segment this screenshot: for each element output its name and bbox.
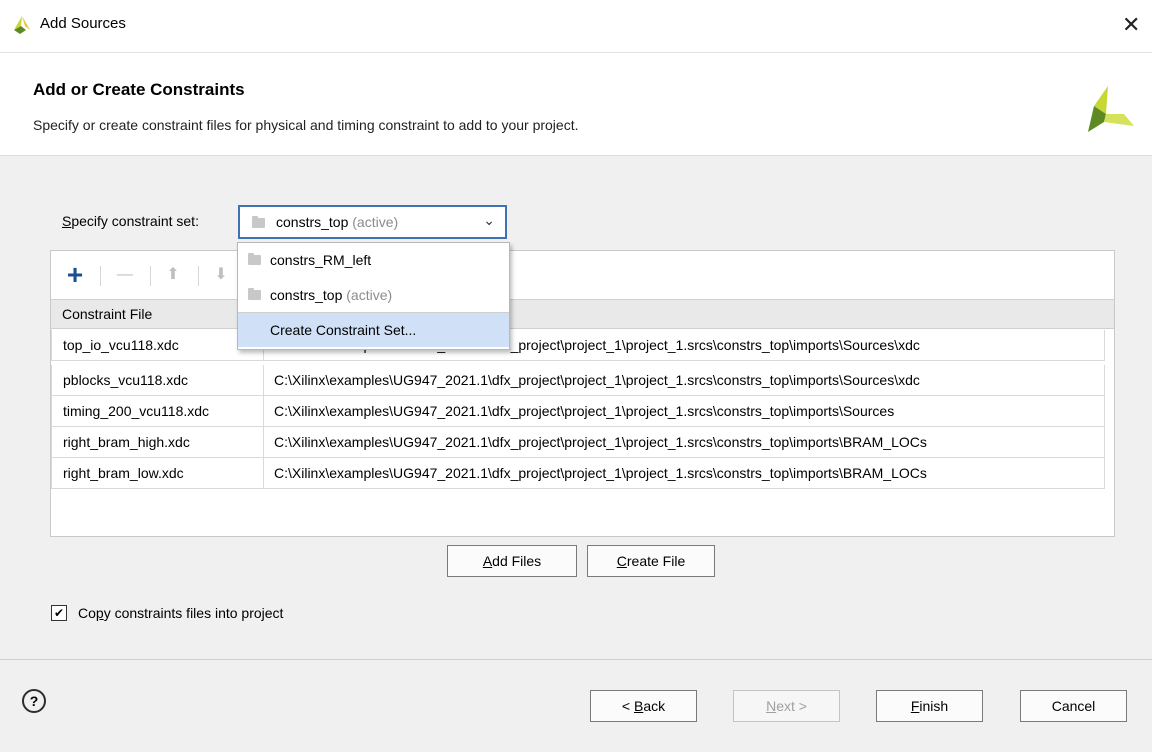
help-icon[interactable]: ? <box>22 689 46 713</box>
option-name: constrs_top <box>270 287 343 303</box>
files-toolbar: + — ⬆ ⬇ <box>52 252 1112 298</box>
constraint-set-selected: constrs_top (active) <box>276 214 398 230</box>
constraint-set-select[interactable]: constrs_top (active) ⌄ <box>238 205 507 239</box>
next-button[interactable]: Next > <box>733 690 840 722</box>
constraint-set-label-mnemonic: S <box>62 213 72 229</box>
constraint-file-name: right_bram_low.xdc <box>63 465 184 481</box>
cancel-button[interactable]: Cancel <box>1020 690 1127 722</box>
constraint-file-path: C:\Xilinx\examples\UG947_2021.1\dfx_proj… <box>274 403 895 419</box>
constraint-set-label: Specify constraint set: <box>62 213 199 229</box>
finish-button[interactable]: Finish <box>876 690 983 722</box>
back-mnemonic: B <box>633 698 644 714</box>
constraint-file-name: top_io_vcu118.xdc <box>63 337 179 353</box>
page-title: Add or Create Constraints <box>33 80 245 99</box>
constraint-file-name: right_bram_high.xdc <box>63 434 190 450</box>
vivado-logo-icon <box>14 16 30 34</box>
constraint-file-path: C:\Xilinx\examples\UG947_2021.1\dfx_proj… <box>274 434 927 450</box>
table-header <box>51 299 1114 329</box>
vivado-brand-logo-icon <box>1088 86 1134 132</box>
next-mnemonic: N <box>766 698 777 714</box>
table-row[interactable]: top_io_vcu118.xdc C:\Xilinx\examples\UG9… <box>51 330 1105 361</box>
constraint-file-path: C:\Xilinx\examples\UG947_2021.1\dfx_proj… <box>274 372 920 388</box>
copy-constraints-checkbox[interactable]: ✔ <box>51 605 67 621</box>
toolbar-separator <box>150 266 151 286</box>
create-constraint-set-label: Create Constraint Set... <box>270 322 417 338</box>
window-title: Add Sources <box>40 15 126 32</box>
option-name: constrs_RM_left <box>270 252 372 268</box>
remove-minus-icon[interactable]: — <box>110 252 140 298</box>
create-constraint-set-option[interactable]: Create Constraint Set... <box>238 313 509 347</box>
folder-icon <box>248 288 261 300</box>
dropdown-option-constrs-top[interactable]: constrs_top (active) <box>238 278 509 312</box>
add-files-label: dd Files <box>492 553 542 569</box>
selected-set-suffix: (active) <box>352 214 399 230</box>
option-label: constrs_RM_left <box>270 252 371 268</box>
title-bar <box>0 0 1152 53</box>
copy-label-mnemonic: p <box>95 605 104 621</box>
copy-label-pre: Co <box>78 605 96 621</box>
back-arrow: < <box>621 698 634 714</box>
copy-constraints-label[interactable]: Copy constraints files into project <box>78 605 283 621</box>
column-divider <box>263 365 264 395</box>
table-row[interactable]: pblocks_vcu118.xdc C:\Xilinx\examples\UG… <box>51 365 1105 396</box>
dialog-header <box>0 53 1152 156</box>
option-suffix: (active) <box>346 287 393 303</box>
create-file-label: reate File <box>626 553 686 569</box>
folder-icon <box>248 253 261 265</box>
next-label: ext > <box>776 698 807 714</box>
table-row[interactable]: timing_200_vcu118.xdc C:\Xilinx\examples… <box>51 396 1105 427</box>
page-subtitle: Specify or create constraint files for p… <box>33 117 579 133</box>
dropdown-option-constrs-rm-left[interactable]: constrs_RM_left <box>238 243 509 277</box>
create-file-button[interactable]: Create File <box>587 545 715 577</box>
column-divider <box>263 427 264 457</box>
back-button[interactable]: < Back <box>590 690 697 722</box>
footer-divider <box>0 659 1152 660</box>
constraint-set-label-text: pecify constraint set: <box>71 213 199 229</box>
constraint-file-name: timing_200_vcu118.xdc <box>63 403 210 419</box>
selected-set-name: constrs_top <box>276 214 349 230</box>
table-row[interactable]: right_bram_high.xdc C:\Xilinx\examples\U… <box>51 427 1105 458</box>
add-plus-icon[interactable]: + <box>60 252 90 298</box>
column-divider <box>263 396 264 426</box>
constraint-set-dropdown: constrs_RM_left constrs_top (active) Cre… <box>237 242 510 350</box>
toolbar-separator <box>100 266 101 286</box>
table-row[interactable]: right_bram_low.xdc C:\Xilinx\examples\UG… <box>51 458 1105 489</box>
add-files-button[interactable]: Add Files <box>447 545 577 577</box>
constraint-file-name: pblocks_vcu118.xdc <box>63 372 189 388</box>
folder-icon <box>252 216 265 228</box>
back-label: ack <box>643 698 666 714</box>
create-file-mnemonic: C <box>616 553 627 569</box>
finish-label: inish <box>919 698 949 714</box>
constraint-file-path: C:\Xilinx\examples\UG947_2021.1\dfx_proj… <box>274 465 927 481</box>
column-header-constraint-file[interactable]: Constraint File <box>62 306 152 322</box>
move-up-icon[interactable]: ⬆ <box>158 252 188 298</box>
column-divider <box>263 458 264 488</box>
chevron-down-icon: ⌄ <box>483 212 495 228</box>
option-label: constrs_top (active) <box>270 287 392 303</box>
copy-label-post: y constraints files into project <box>103 605 284 621</box>
close-icon[interactable]: ✕ <box>1122 12 1140 38</box>
move-down-icon[interactable]: ⬇ <box>206 252 236 298</box>
toolbar-separator <box>198 266 199 286</box>
add-files-mnemonic: A <box>482 553 493 569</box>
